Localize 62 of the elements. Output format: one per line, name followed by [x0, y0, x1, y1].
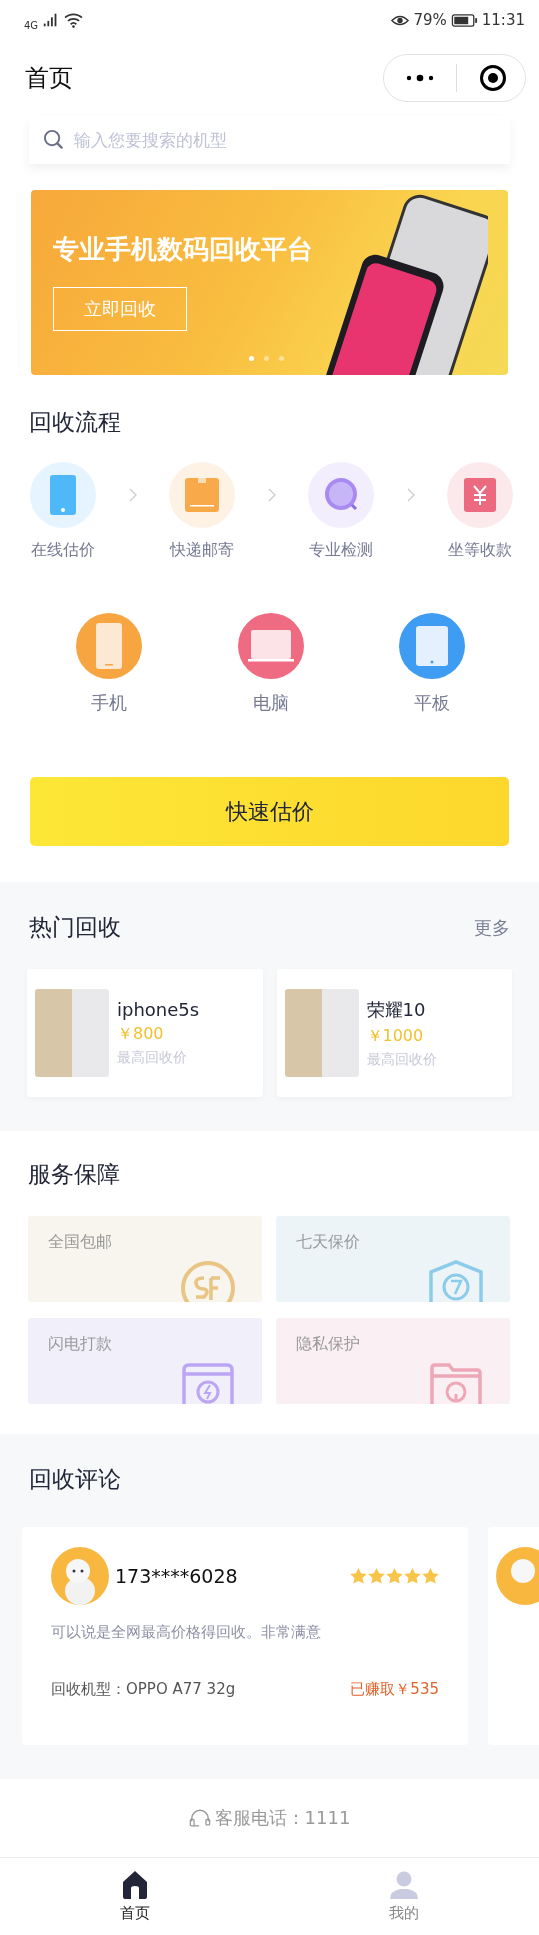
step-label: 快递邮寄: [170, 540, 234, 561]
star-icon: [368, 1568, 385, 1584]
star-icon: [404, 1568, 421, 1584]
step-label: 坐等收款: [448, 540, 512, 561]
more-icon[interactable]: [406, 73, 434, 83]
service-label: 隐私保护: [296, 1334, 360, 1355]
device-icon: [237, 613, 304, 679]
carousel-dot[interactable]: [279, 356, 284, 361]
step-label: 在线估价: [31, 540, 95, 561]
eye-icon: [391, 13, 410, 27]
network-label: 4G: [24, 19, 39, 31]
chevron-icon: [406, 488, 415, 502]
avatar-icon: [51, 1547, 109, 1605]
battery-percent: 79%: [413, 11, 447, 29]
banner-headline: 专业手机数码回收平台: [53, 233, 313, 266]
carousel-dot[interactable]: [264, 356, 269, 361]
device-icon: [76, 613, 142, 679]
battery-icon: [450, 13, 478, 27]
star-icon: [422, 1568, 439, 1584]
product-name: iphone5s: [117, 999, 200, 1020]
close-target-icon[interactable]: [479, 64, 507, 92]
search-field[interactable]: 输入您要搜索的机型: [29, 116, 510, 164]
section-title: 回收流程: [29, 408, 122, 437]
section-title: 热门回收: [29, 913, 121, 942]
chevron-icon: [128, 488, 137, 502]
clock-time: 11:31: [481, 11, 525, 29]
wifi-icon: [64, 12, 84, 28]
step-icon: [30, 462, 96, 528]
product-price: ￥800: [117, 1024, 165, 1045]
step-icon: [308, 462, 374, 528]
step-icon: [169, 462, 235, 528]
device-icon: [399, 613, 465, 679]
service-icon: [428, 1362, 484, 1404]
star-icon: [386, 1568, 403, 1584]
star-icon: [350, 1568, 367, 1584]
step-label: 专业检测: [309, 540, 373, 561]
user-icon: [389, 1870, 420, 1900]
category-item[interactable]: 平板: [399, 613, 465, 715]
carousel-dot[interactable]: [249, 356, 254, 361]
service-icon: [428, 1260, 484, 1302]
user-phone: 173****6028: [115, 1565, 239, 1587]
category-item[interactable]: 手机: [76, 613, 142, 715]
product-price: ￥1000: [366, 1025, 425, 1047]
hotline-text: 客服电话：1111: [214, 1806, 351, 1830]
device-model: 回收机型：OPPO A77 32g: [51, 1680, 236, 1699]
product-name: 荣耀10: [366, 997, 427, 1022]
category-item[interactable]: 电脑: [237, 613, 304, 715]
earned-amount: 已赚取￥535: [350, 1680, 439, 1699]
headset-icon: [188, 1808, 211, 1828]
service-icon: [180, 1260, 236, 1302]
page-title: 首页: [25, 63, 73, 94]
review-text: 可以说是全网最高价格得回收。非常满意: [51, 1623, 322, 1642]
service-label: 全国包邮: [48, 1232, 112, 1253]
service-label: 七天保价: [296, 1232, 360, 1253]
chevron-icon: [267, 488, 276, 502]
section-title: 服务保障: [28, 1160, 121, 1189]
section-title: 回收评论: [29, 1465, 122, 1494]
service-label: 闪电打款: [48, 1334, 112, 1355]
more-link[interactable]: 更多: [474, 915, 510, 940]
quick-estimate-button[interactable]: 快速估价: [30, 777, 509, 846]
service-icon: [180, 1362, 236, 1404]
step-icon: [447, 462, 513, 528]
